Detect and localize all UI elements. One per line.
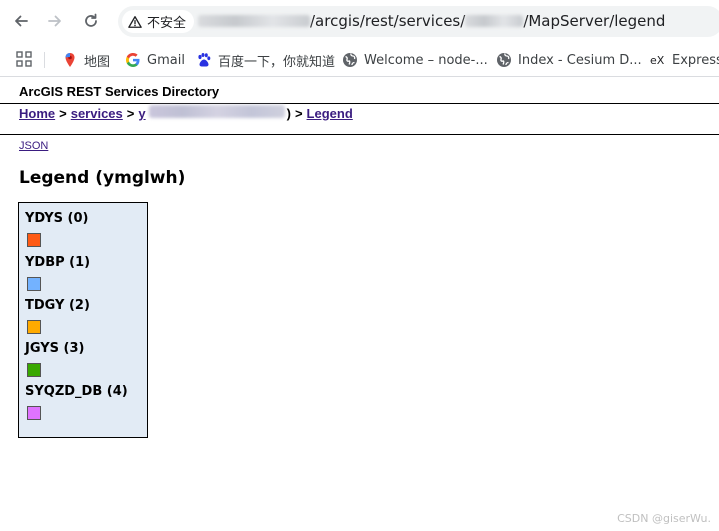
- directory-title: ArcGIS REST Services Directory: [19, 84, 220, 99]
- apps-grid-icon[interactable]: [16, 51, 32, 67]
- express-icon: eX: [650, 54, 665, 67]
- legend-swatch: [27, 233, 41, 247]
- redacted-service-name: [148, 105, 285, 118]
- json-link[interactable]: JSON: [19, 140, 48, 152]
- legend-layer-name: JGYS (3): [25, 341, 85, 356]
- breadcrumb-services-link[interactable]: services: [71, 106, 123, 121]
- watermark: CSDN @giserWu.: [617, 512, 711, 525]
- legend-swatch: [27, 406, 41, 420]
- bookmark-baidu[interactable]: 百度一下，你就知道: [196, 50, 335, 70]
- breadcrumb-legend-link[interactable]: Legend: [307, 106, 353, 121]
- bookmark-welcome[interactable]: Welcome – node-...: [342, 50, 488, 70]
- google-icon: [126, 53, 140, 67]
- bookmark-label: 地图: [84, 54, 111, 70]
- security-chip[interactable]: 不安全: [122, 10, 195, 33]
- breadcrumb-home-link[interactable]: Home: [19, 106, 55, 121]
- legend-layer-name: YDYS (0): [25, 211, 89, 226]
- legend-layer-name: TDGY (2): [25, 298, 90, 313]
- legend-layer: YDYS (0): [25, 211, 89, 247]
- legend-layer-name: YDBP (1): [25, 255, 91, 270]
- page-title: Legend (ymglwh): [19, 168, 186, 188]
- legend-table: YDYS (0) YDBP (1) TDGY (2) JGYS (3) SYQZ…: [18, 202, 148, 438]
- breadcrumb-separator: >: [59, 105, 67, 121]
- bookmark-label: Express: [672, 52, 719, 68]
- globe-icon: [343, 53, 357, 67]
- baidu-icon: [198, 53, 211, 67]
- legend-layer: JGYS (3): [25, 341, 85, 377]
- legend-layer: TDGY (2): [25, 298, 90, 334]
- globe-icon: [497, 53, 511, 67]
- reload-button[interactable]: [78, 8, 104, 34]
- url-path: /arcgis/rest/services/: [310, 12, 466, 30]
- legend-layer: YDBP (1): [25, 255, 91, 291]
- breadcrumb-service-link[interactable]: y: [138, 105, 286, 121]
- bookmark-label: Welcome – node-...: [364, 52, 488, 68]
- browser-toolbar: 不安全 /arcgis/rest/services/ /MapServer/le…: [0, 0, 719, 43]
- breadcrumb-separator: >: [294, 105, 303, 121]
- legend-swatch: [27, 320, 41, 334]
- page-content: ArcGIS REST Services Directory Home > se…: [0, 78, 719, 531]
- svg-text:eX: eX: [650, 54, 665, 67]
- back-button[interactable]: [8, 8, 34, 34]
- reload-icon: [85, 13, 97, 27]
- breadcrumb-bar: Home > services > y ) > Legend: [0, 103, 719, 135]
- breadcrumb-separator: >: [126, 105, 135, 121]
- url-tail: /MapServer/legend: [523, 12, 666, 30]
- breadcrumb-close-paren: ): [286, 105, 291, 121]
- redacted-service: [465, 15, 524, 27]
- legend-layer-name: SYQZD_DB (4): [25, 384, 128, 399]
- bookmark-maps[interactable]: 地图: [62, 50, 110, 70]
- bookmark-label: Gmail: [147, 52, 185, 68]
- warning-icon: [128, 15, 142, 28]
- google-maps-icon: [65, 53, 75, 67]
- url-text: /arcgis/rest/services/ /MapServer/legend: [198, 12, 665, 30]
- legend-layer: SYQZD_DB (4): [25, 384, 128, 420]
- bookmark-gmail[interactable]: Gmail: [125, 50, 185, 70]
- bookmark-label: Index - Cesium D...: [518, 52, 642, 68]
- address-bar[interactable]: 不安全 /arcgis/rest/services/ /MapServer/le…: [118, 6, 719, 37]
- arrow-right-icon: [48, 15, 61, 27]
- legend-swatch: [27, 277, 41, 291]
- breadcrumb: Home > services > y ) > Legend: [19, 105, 353, 121]
- security-label: 不安全: [147, 16, 187, 31]
- redacted-host: [198, 15, 310, 27]
- bookmark-express[interactable]: eX Express: [650, 50, 719, 70]
- bookmarks-bar: 地图 Gmail 百度一下，你就知道 Welcome – node-... In…: [0, 43, 719, 77]
- bookmark-cesium[interactable]: Index - Cesium D...: [496, 50, 642, 70]
- forward-button[interactable]: [42, 8, 68, 34]
- bookmark-label: 百度一下，你就知道: [218, 54, 336, 70]
- bookmarks-divider: [44, 52, 45, 68]
- legend-swatch: [27, 363, 41, 377]
- breadcrumb-service-prefix: y: [138, 106, 146, 121]
- arrow-left-icon: [15, 15, 28, 27]
